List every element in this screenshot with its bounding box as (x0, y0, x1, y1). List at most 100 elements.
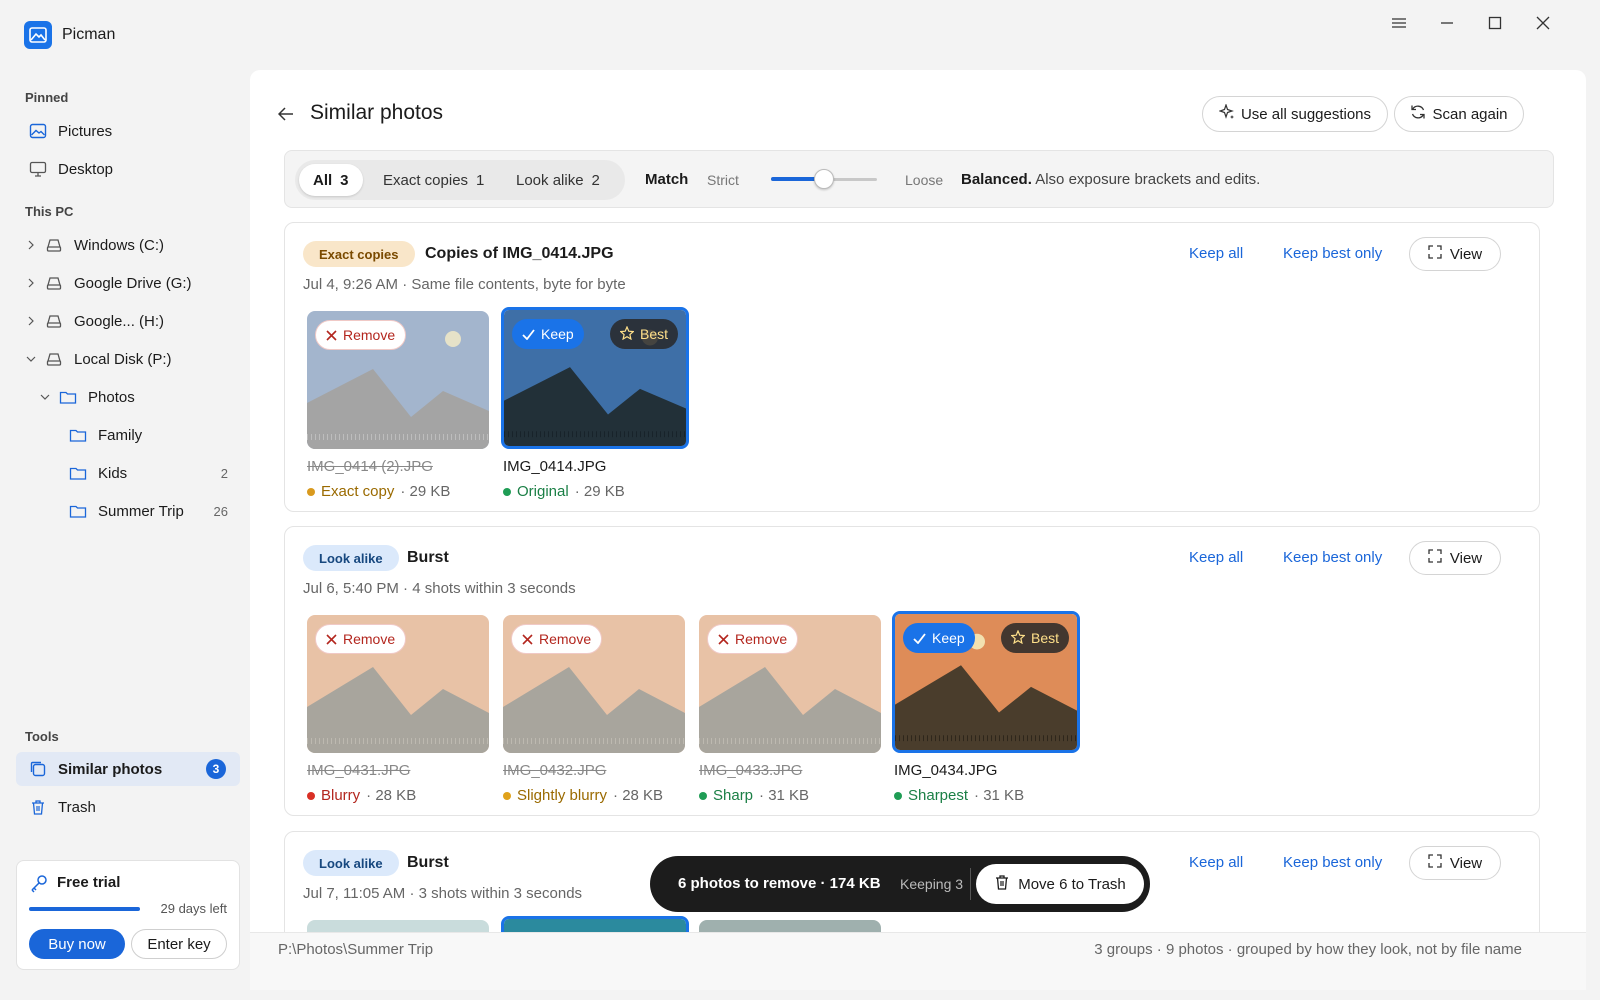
drive-icon (44, 235, 64, 255)
buy-now-button[interactable]: Buy now (29, 929, 125, 959)
photo-thumbnail[interactable]: Keep Best (501, 307, 689, 449)
strict-label: Strict (707, 172, 739, 188)
photo-filename: IMG_0434.JPG (894, 762, 998, 779)
move-to-trash-button[interactable]: Move 6 to Trash (976, 864, 1144, 904)
sidebar-item-summer-trip[interactable]: Summer Trip 26 (16, 494, 240, 528)
sidebar-item-desktop[interactable]: Desktop (16, 152, 240, 186)
remove-chip[interactable]: Remove (315, 320, 407, 350)
tab-all[interactable]: All 3 (299, 164, 363, 196)
title-bar: Picman (0, 0, 1600, 70)
use-all-suggestions-button[interactable]: Use all suggestions (1202, 96, 1388, 132)
tab-count: 2 (591, 171, 600, 189)
photo-thumbnail[interactable]: Remove (307, 615, 489, 753)
keep-best-only-button[interactable]: Keep best only (1283, 854, 1382, 871)
photo-filename: IMG_0431.JPG (307, 762, 411, 779)
sidebar-item-family[interactable]: Family (16, 418, 240, 452)
tab-count: 3 (340, 171, 349, 189)
current-path: P:\Photos\Summer Trip (278, 941, 434, 958)
view-button[interactable]: View (1409, 541, 1501, 575)
keep-chip[interactable]: Keep (512, 319, 584, 349)
status-summary: 3 groups · 9 photos · grouped by how the… (1094, 941, 1522, 958)
keep-all-button[interactable]: Keep all (1189, 549, 1243, 566)
view-button[interactable]: View (1409, 237, 1501, 271)
section-label-tools: Tools (25, 729, 59, 744)
sidebar-item-similar-photos[interactable]: Similar photos 3 (16, 752, 240, 786)
trial-title: Free trial (57, 874, 121, 891)
sidebar-item-drive-p[interactable]: Local Disk (P:) (16, 342, 240, 376)
photo-thumbnail[interactable]: Remove (503, 615, 685, 753)
keep-best-only-button[interactable]: Keep best only (1283, 245, 1382, 262)
remove-label: Remove (343, 631, 396, 647)
tab-exact-copies[interactable]: Exact copies 1 (369, 164, 498, 196)
status-dot (307, 487, 315, 496)
count-badge: 3 (206, 759, 226, 779)
back-arrow-icon[interactable] (274, 102, 298, 126)
minimize-button[interactable] (1432, 8, 1462, 38)
keep-all-button[interactable]: Keep all (1189, 854, 1243, 871)
group-subtitle: Jul 7, 11:05 AM · 3 shots within 3 secon… (303, 885, 583, 902)
sidebar-item-label: Desktop (58, 160, 114, 178)
remove-chip[interactable]: Remove (315, 624, 407, 654)
chevron-right-icon[interactable] (24, 240, 38, 250)
chevron-right-icon[interactable] (24, 316, 38, 326)
maximize-button[interactable] (1480, 8, 1510, 38)
sidebar-item-kids[interactable]: Kids 2 (16, 456, 240, 490)
trial-card: Free trial 29 days left Buy now Enter ke… (16, 860, 240, 970)
remove-label: Remove (539, 631, 592, 647)
tab-look-alike[interactable]: Look alike 2 (502, 164, 614, 196)
remove-chip[interactable]: Remove (511, 624, 603, 654)
chevron-down-icon[interactable] (38, 393, 52, 401)
tab-label: All (313, 171, 333, 189)
match-mode-desc: Also exposure brackets and edits. (1035, 171, 1261, 188)
chevron-right-icon[interactable] (24, 278, 38, 288)
trash-icon (28, 797, 48, 817)
view-button[interactable]: View (1409, 846, 1501, 880)
menu-icon[interactable] (1384, 8, 1414, 38)
sidebar-item-label: Google... (H:) (74, 312, 165, 330)
close-button[interactable] (1528, 8, 1558, 38)
sidebar-item-trash[interactable]: Trash (16, 790, 240, 824)
sidebar-item-photos[interactable]: Photos (16, 380, 240, 414)
folder-icon (68, 463, 88, 483)
sidebar-item-label: Windows (C:) (74, 236, 165, 254)
keep-all-button[interactable]: Keep all (1189, 245, 1243, 262)
sidebar-item-drive-c[interactable]: Windows (C:) (16, 228, 240, 262)
status-dot (699, 791, 707, 800)
photo-thumbnail[interactable]: Remove (307, 311, 489, 449)
photo-size: · 29 KB (400, 483, 451, 500)
enter-key-button[interactable]: Enter key (131, 929, 227, 959)
sidebar-item-drive-h[interactable]: Google... (H:) (16, 304, 240, 338)
photo-thumbnail[interactable]: Keep Best (892, 611, 1080, 753)
keep-label: Keep (541, 326, 574, 342)
section-label-pinned: Pinned (25, 90, 69, 105)
folder-count: 2 (220, 465, 228, 481)
image-icon (28, 121, 48, 141)
photo-filename: IMG_0414.JPG (503, 458, 607, 475)
scan-again-button[interactable]: Scan again (1394, 96, 1524, 132)
drive-icon (44, 273, 64, 293)
sidebar-item-pictures[interactable]: Pictures (16, 114, 240, 148)
best-chip: Best (609, 319, 678, 349)
keep-chip[interactable]: Keep (903, 623, 975, 653)
folder-count: 26 (213, 503, 228, 519)
photo-filename: IMG_0414 (2).JPG (307, 458, 433, 475)
group-card: Exact copies Copies of IMG_0414.JPG Keep… (284, 222, 1540, 512)
folder-icon (68, 501, 88, 521)
remove-chip[interactable]: Remove (707, 624, 799, 654)
sidebar-item-drive-g[interactable]: Google Drive (G:) (16, 266, 240, 300)
chevron-down-icon[interactable] (24, 355, 38, 363)
match-mode-name: Balanced. (961, 171, 1032, 188)
sidebar-item-label: Google Drive (G:) (74, 274, 192, 292)
match-slider[interactable] (771, 169, 877, 189)
photo-thumbnail[interactable]: Remove (699, 615, 881, 753)
tab-label: Look alike (516, 171, 584, 189)
group-subtitle: Jul 6, 5:40 PM · 4 shots within 3 second… (303, 580, 576, 597)
sidebar-item-label: Photos (88, 388, 135, 406)
group-subtitle: Jul 4, 9:26 AM · Same file contents, byt… (303, 276, 626, 293)
scan-again-label: Scan again (1432, 105, 1508, 123)
view-label: View (1449, 854, 1483, 872)
keep-best-only-button[interactable]: Keep best only (1283, 549, 1382, 566)
photo-filename: IMG_0433.JPG (699, 762, 803, 779)
slider-thumb[interactable] (814, 169, 834, 189)
group-tag: Look alike (303, 545, 399, 571)
